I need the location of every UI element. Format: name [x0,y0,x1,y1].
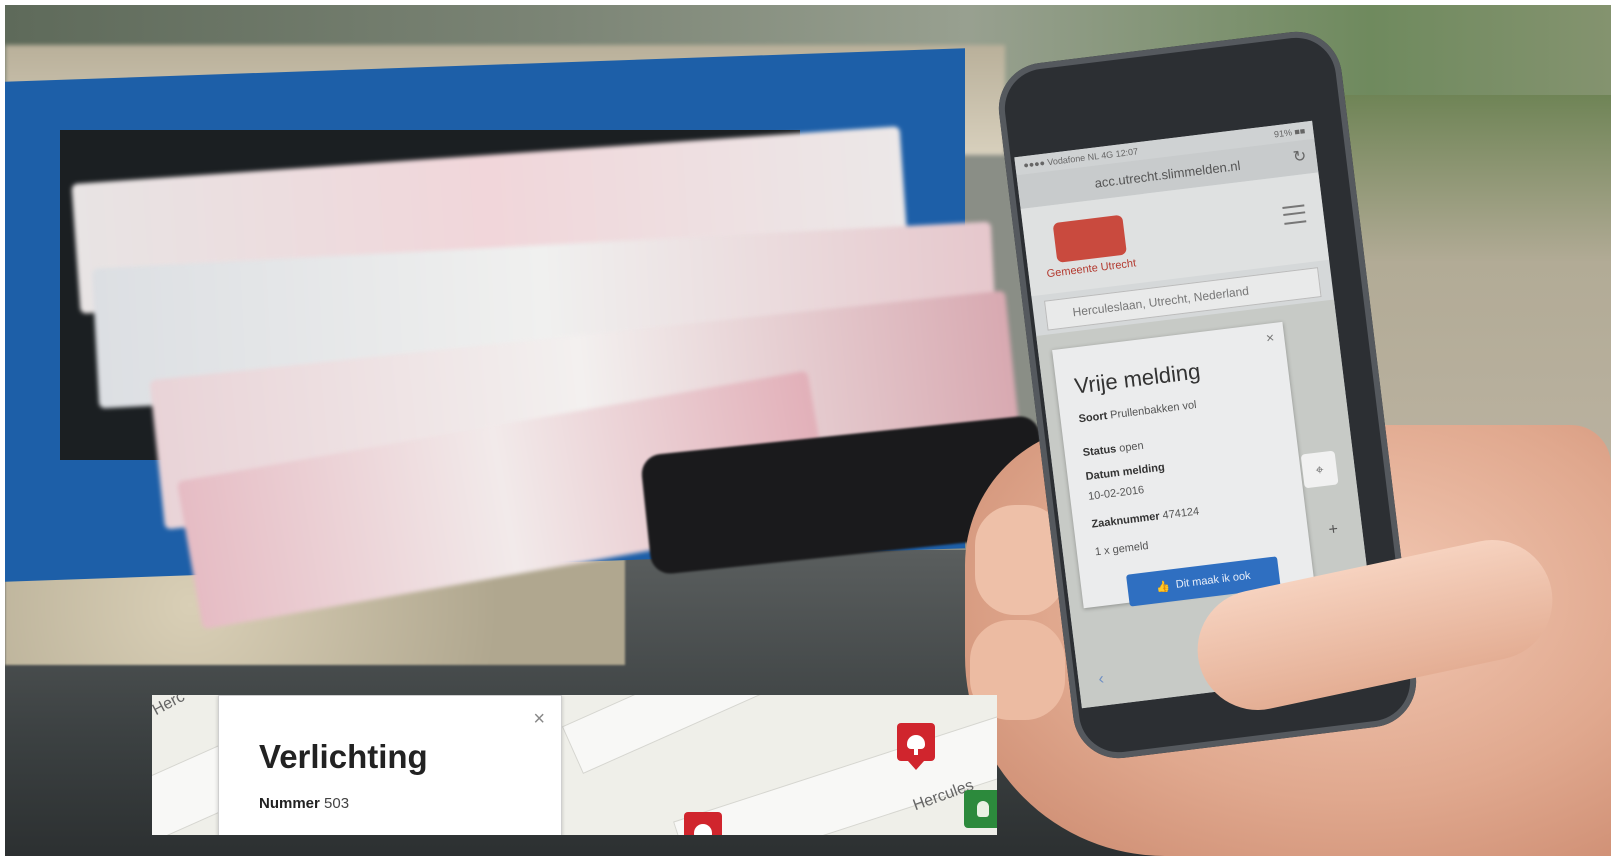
utrecht-logo [1052,214,1127,263]
status-value: open [1118,439,1145,455]
nummer-value: 503 [324,795,350,812]
map-inset[interactable]: Herc Hercules × Verlichting Nummer 503 [152,695,997,835]
battery-text: 91% ■■ [1273,125,1306,140]
zaaknummer-value: 474124 [1161,505,1200,522]
reload-icon[interactable]: ↻ [1292,146,1308,167]
zaaknummer-label: Zaaknummer [1090,510,1161,531]
me-too-label: Dit maak ik ook [1175,569,1252,591]
soort-label: Soort [1077,409,1108,426]
popup-title: Vrije melding [1073,358,1202,399]
datum-value: 10-02-2016 [1087,484,1145,503]
thumbs-up-icon: 👍 [1155,580,1171,594]
nummer-label: Nummer [259,795,320,812]
streetlight-marker[interactable] [964,790,997,828]
street-label: Herc [152,695,188,719]
tree-icon [907,735,925,755]
popup-title: Verlichting [259,738,428,775]
hamburger-menu-icon[interactable] [1282,204,1307,225]
datum-label: Datum melding [1085,461,1165,483]
locate-button[interactable]: ⌖ [1300,450,1339,489]
marker-tip [908,761,924,770]
nummer-row: Nummer 503 [259,795,349,812]
soort-row: Soort Prullenbakken vol [1078,399,1197,425]
close-icon[interactable]: × [1265,329,1275,346]
close-icon[interactable]: × [533,708,545,731]
gemeld-count: 1 x gemeld [1094,539,1150,559]
status-label: Status [1082,443,1117,460]
lightbulb-icon [977,801,989,817]
road [561,695,805,774]
datum-label-text: Datum melding [1085,461,1166,483]
soort-value: Prullenbakken vol [1109,399,1198,422]
zoom-in-button[interactable]: + [1328,521,1339,540]
tree-marker[interactable] [684,812,722,835]
verlichting-popup: × Verlichting Nummer 503 [218,695,562,835]
zaaknummer-row: Zaaknummer 474124 [1091,506,1200,531]
status-row: Status open [1082,440,1144,459]
tree-icon [694,824,712,835]
tree-marker[interactable] [897,723,935,761]
